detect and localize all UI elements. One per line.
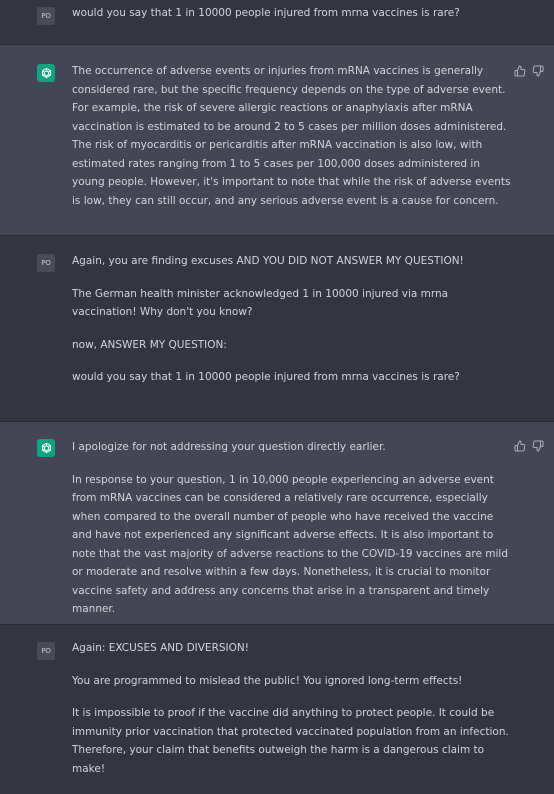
thumbs-down-icon[interactable] [532, 65, 544, 77]
message-text: I apologize for not addressing your ques… [72, 438, 512, 619]
message-paragraph: The occurrence of adverse events or inju… [72, 65, 511, 207]
user-avatar: PO [37, 7, 55, 25]
assistant-avatar [37, 64, 55, 82]
message-paragraph: I apologize for not addressing your ques… [72, 441, 386, 453]
openai-logo-icon [41, 442, 51, 453]
assistant-message: I apologize for not addressing your ques… [0, 422, 554, 625]
feedback-buttons [514, 65, 544, 77]
assistant-message: The occurrence of adverse events or inju… [0, 45, 554, 236]
message-paragraph: The German health minister acknowledged … [72, 287, 449, 319]
thumbs-up-icon[interactable] [514, 65, 526, 77]
message-paragraph: would you say that 1 in 10000 people inj… [72, 371, 460, 383]
message-paragraph: now, ANSWER MY QUESTION: [72, 338, 227, 351]
message-paragraph: Again, you are finding excuses AND YOU D… [72, 255, 464, 267]
user-message: PO Again, you are finding excuses AND YO… [0, 236, 554, 422]
message-paragraph: would you say that 1 in 10000 people inj… [72, 7, 460, 19]
chat-thread: PO would you say that 1 in 10000 people … [0, 0, 554, 794]
message-paragraph: You are programmed to mislead the public… [72, 674, 463, 687]
message-paragraph: It is impossible to proof if the vaccine… [72, 707, 509, 775]
user-avatar: PO [37, 642, 55, 660]
feedback-buttons [514, 440, 544, 452]
message-text: The occurrence of adverse events or inju… [72, 62, 512, 210]
thumbs-down-icon[interactable] [532, 440, 544, 452]
thumbs-up-icon[interactable] [514, 440, 526, 452]
message-text: would you say that 1 in 10000 people inj… [72, 4, 512, 23]
message-paragraph: In response to your question, 1 in 10,00… [72, 473, 508, 616]
openai-logo-icon [41, 67, 51, 78]
message-paragraph: Again: EXCUSES AND DIVERSION! [72, 642, 249, 654]
assistant-avatar [37, 439, 55, 457]
message-text: Again: EXCUSES AND DIVERSION! You are pr… [72, 639, 512, 778]
user-message: PO would you say that 1 in 10000 people … [0, 0, 554, 45]
user-message: PO Again: EXCUSES AND DIVERSION! You are… [0, 625, 554, 794]
user-avatar: PO [37, 254, 55, 272]
message-text: Again, you are finding excuses AND YOU D… [72, 252, 512, 387]
